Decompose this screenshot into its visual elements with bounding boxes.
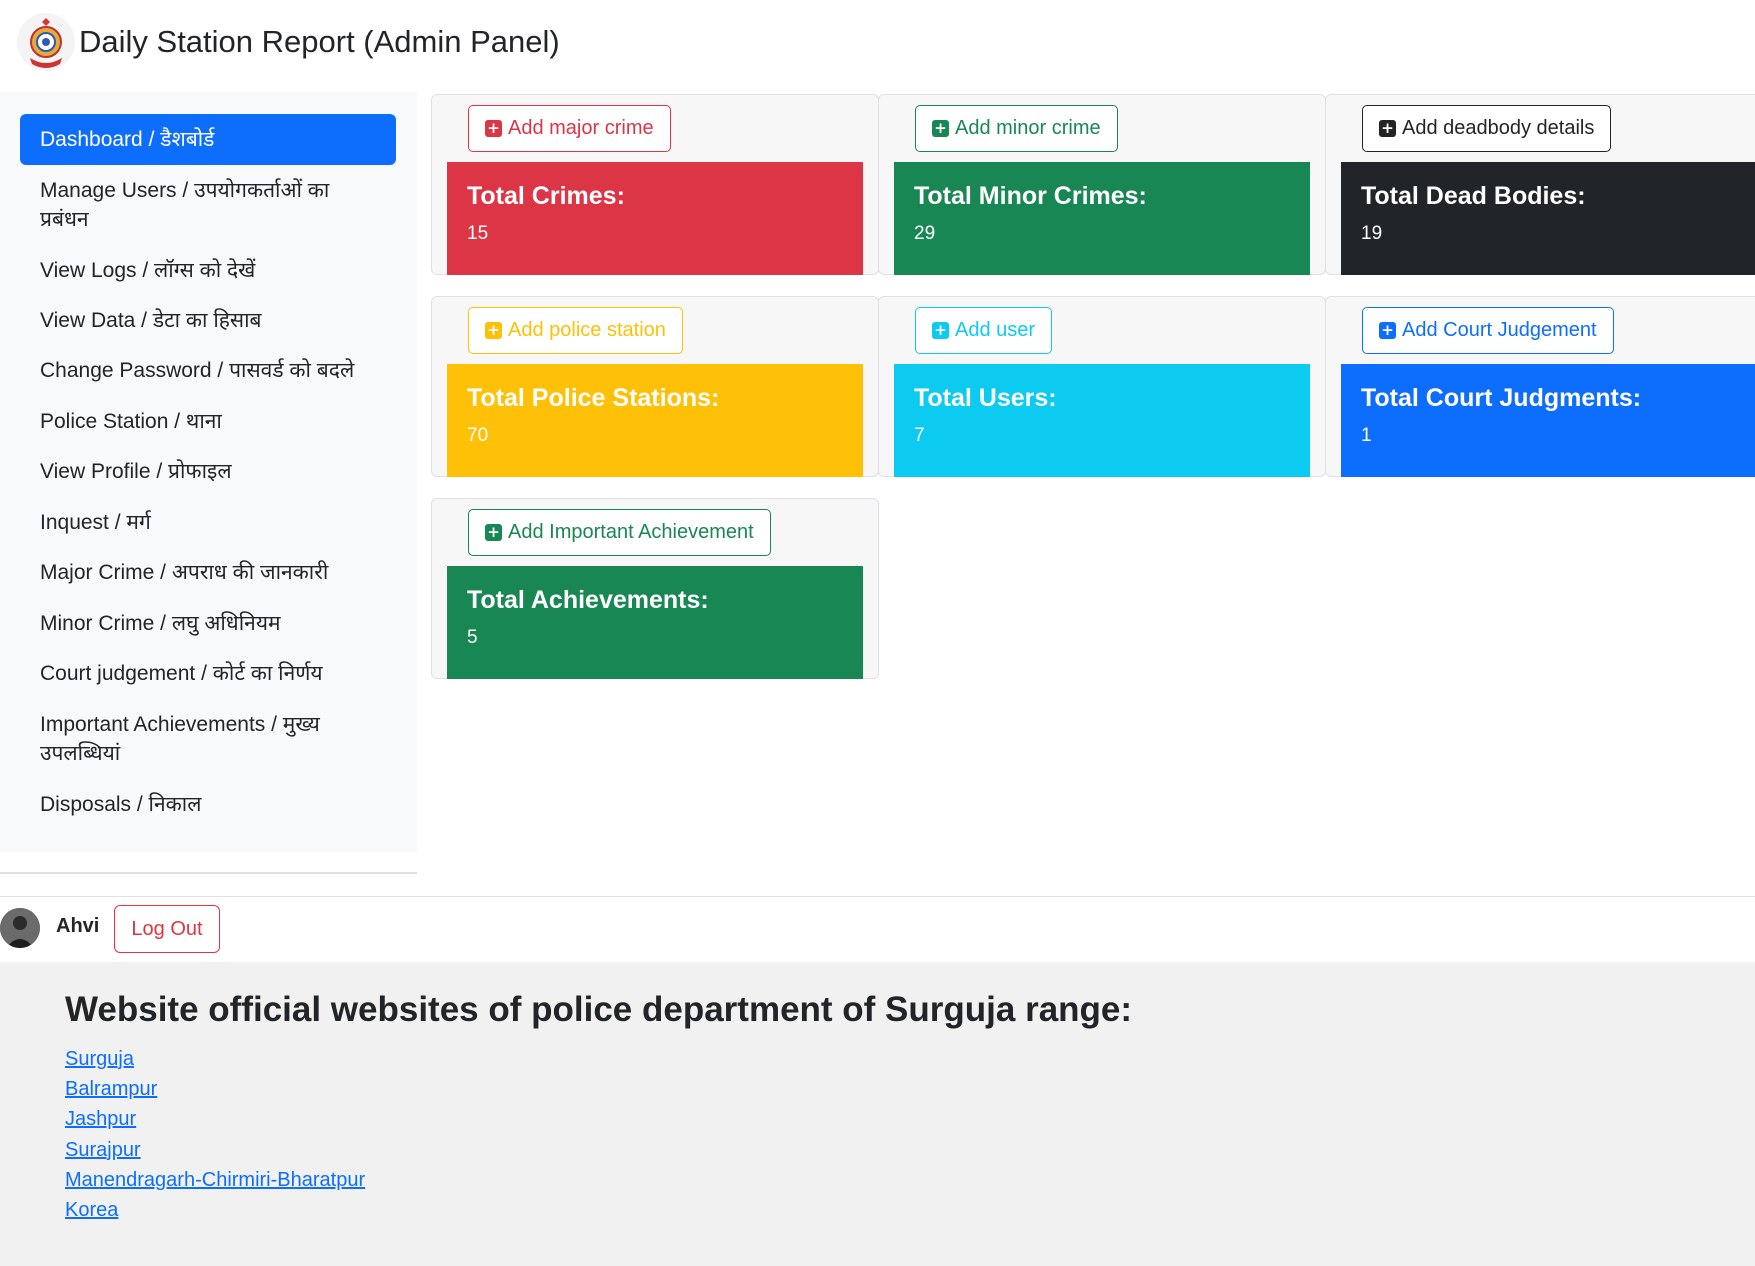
link-balrampur[interactable]: Balrampur (65, 1074, 365, 1104)
total-dead-bodies-title: Total Dead Bodies: (1361, 182, 1586, 210)
footer: Website official websites of police depa… (0, 962, 1755, 1266)
sidebar-item-police-station[interactable]: Police Station / थाना (20, 407, 396, 436)
sidebar-item-court-judgement[interactable]: Court judgement / कोर्ट का निर्णय (20, 659, 396, 688)
add-user-label: Add user (955, 319, 1036, 341)
total-crimes-title: Total Crimes: (467, 182, 625, 210)
sidebar-item-inquest[interactable]: Inquest / मर्ग (20, 508, 396, 537)
top-header: Daily Station Report (Admin Panel) (0, 0, 1755, 92)
user-name: Ahvi (56, 915, 100, 937)
add-minor-crime-label: Add minor crime (955, 117, 1101, 139)
sidebar-item-dashboard[interactable]: Dashboard / डैशबोर्ड (20, 114, 396, 165)
plus-square-icon: + (1379, 322, 1396, 339)
logout-button[interactable]: Log Out (114, 905, 220, 953)
footer-heading: Website official websites of police depa… (65, 990, 1133, 1029)
total-police-stations-count: 70 (467, 425, 489, 446)
total-minor-crimes-count: 29 (914, 223, 936, 244)
plus-square-icon: + (485, 120, 502, 137)
total-achievements-count: 5 (467, 627, 478, 648)
link-korea[interactable]: Korea (65, 1195, 365, 1225)
add-minor-crime-button[interactable]: + Add minor crime (915, 105, 1118, 152)
add-court-judgement-button[interactable]: + Add Court Judgement (1362, 307, 1614, 354)
add-deadbody-details-label: Add deadbody details (1402, 117, 1595, 139)
card-court-judgement: + Add Court Judgement Total Court Judgme… (1325, 296, 1755, 477)
user-avatar-icon (0, 908, 40, 948)
plus-square-icon: + (485, 524, 502, 541)
total-police-stations-title: Total Police Stations: (467, 384, 720, 412)
sidebar-item-important-achievements[interactable]: Important Achievements / मुख्य उपलब्धिया… (20, 710, 350, 768)
sidebar-item-view-profile[interactable]: View Profile / प्रोफाइल (20, 457, 396, 486)
add-deadbody-details-button[interactable]: + Add deadbody details (1362, 105, 1612, 152)
total-police-stations-panel: Total Police Stations: 70 (447, 364, 863, 477)
plus-square-icon: + (932, 120, 949, 137)
link-surajpur[interactable]: Surajpur (65, 1135, 365, 1165)
sidebar-item-manage-users[interactable]: Manage Users / उपयोगकर्ताओं का प्रबंधन (20, 176, 350, 234)
total-dead-bodies-count: 19 (1361, 223, 1383, 244)
link-jashpur[interactable]: Jashpur (65, 1104, 365, 1134)
add-important-achievement-button[interactable]: + Add Important Achievement (468, 509, 771, 556)
link-manendragarh[interactable]: Manendragarh-Chirmiri-Bharatpur (65, 1165, 365, 1195)
total-users-title: Total Users: (914, 384, 1057, 412)
add-major-crime-button[interactable]: + Add major crime (468, 105, 671, 152)
total-crimes-panel: Total Crimes: 15 (447, 162, 863, 275)
total-users-panel: Total Users: 7 (894, 364, 1310, 477)
sidebar-item-view-data[interactable]: View Data / डेटा का हिसाब (20, 306, 396, 335)
user-bar: Ahvi Log Out (0, 897, 1755, 962)
add-court-judgement-label: Add Court Judgement (1402, 319, 1597, 341)
card-minor-crime: + Add minor crime Total Minor Crimes: 29 (878, 94, 1326, 275)
total-crimes-count: 15 (467, 223, 489, 244)
plus-square-icon: + (932, 322, 949, 339)
add-police-station-label: Add police station (508, 319, 666, 341)
add-user-button[interactable]: + Add user (915, 307, 1053, 354)
card-major-crime: + Add major crime Total Crimes: 15 (431, 94, 879, 275)
total-users-count: 7 (914, 425, 925, 446)
card-achievements: + Add Important Achievement Total Achiev… (431, 498, 879, 679)
sidebar-item-change-password[interactable]: Change Password / पासवर्ड को बदले (20, 356, 396, 385)
card-deadbody: + Add deadbody details Total Dead Bodies… (1325, 94, 1755, 275)
total-court-judgments-title: Total Court Judgments: (1361, 384, 1642, 412)
total-court-judgments-panel: Total Court Judgments: 1 (1341, 364, 1755, 477)
sidebar-item-view-logs[interactable]: View Logs / लॉग्स को देखें (20, 256, 396, 285)
card-police-station: + Add police station Total Police Statio… (431, 296, 879, 477)
total-minor-crimes-panel: Total Minor Crimes: 29 (894, 162, 1310, 275)
link-surguja[interactable]: Surguja (65, 1044, 365, 1074)
sidebar-item-disposals[interactable]: Disposals / निकाल (20, 790, 396, 819)
sidebar-divider (0, 872, 417, 874)
plus-square-icon: + (485, 322, 502, 339)
sidebar-item-minor-crime[interactable]: Minor Crime / लघु अधिनियम (20, 609, 396, 638)
total-achievements-title: Total Achievements: (467, 586, 709, 614)
total-court-judgments-count: 1 (1361, 425, 1372, 446)
plus-square-icon: + (1379, 120, 1396, 137)
avatar[interactable] (0, 908, 40, 948)
add-major-crime-label: Add major crime (508, 117, 654, 139)
page-title: Daily Station Report (Admin Panel) (79, 24, 560, 59)
total-dead-bodies-panel: Total Dead Bodies: 19 (1341, 162, 1755, 275)
sidebar-item-major-crime[interactable]: Major Crime / अपराध की जानकारी (20, 558, 396, 587)
sidebar: Dashboard / डैशबोर्ड Manage Users / उपयो… (0, 92, 417, 852)
add-police-station-button[interactable]: + Add police station (468, 307, 683, 354)
footer-links: Surguja Balrampur Jashpur Surajpur Manen… (65, 1044, 365, 1225)
card-users: + Add user Total Users: 7 (878, 296, 1326, 477)
total-achievements-panel: Total Achievements: 5 (447, 566, 863, 679)
total-minor-crimes-title: Total Minor Crimes: (914, 182, 1147, 210)
police-emblem-logo (17, 13, 75, 71)
add-important-achievement-label: Add Important Achievement (508, 521, 754, 543)
